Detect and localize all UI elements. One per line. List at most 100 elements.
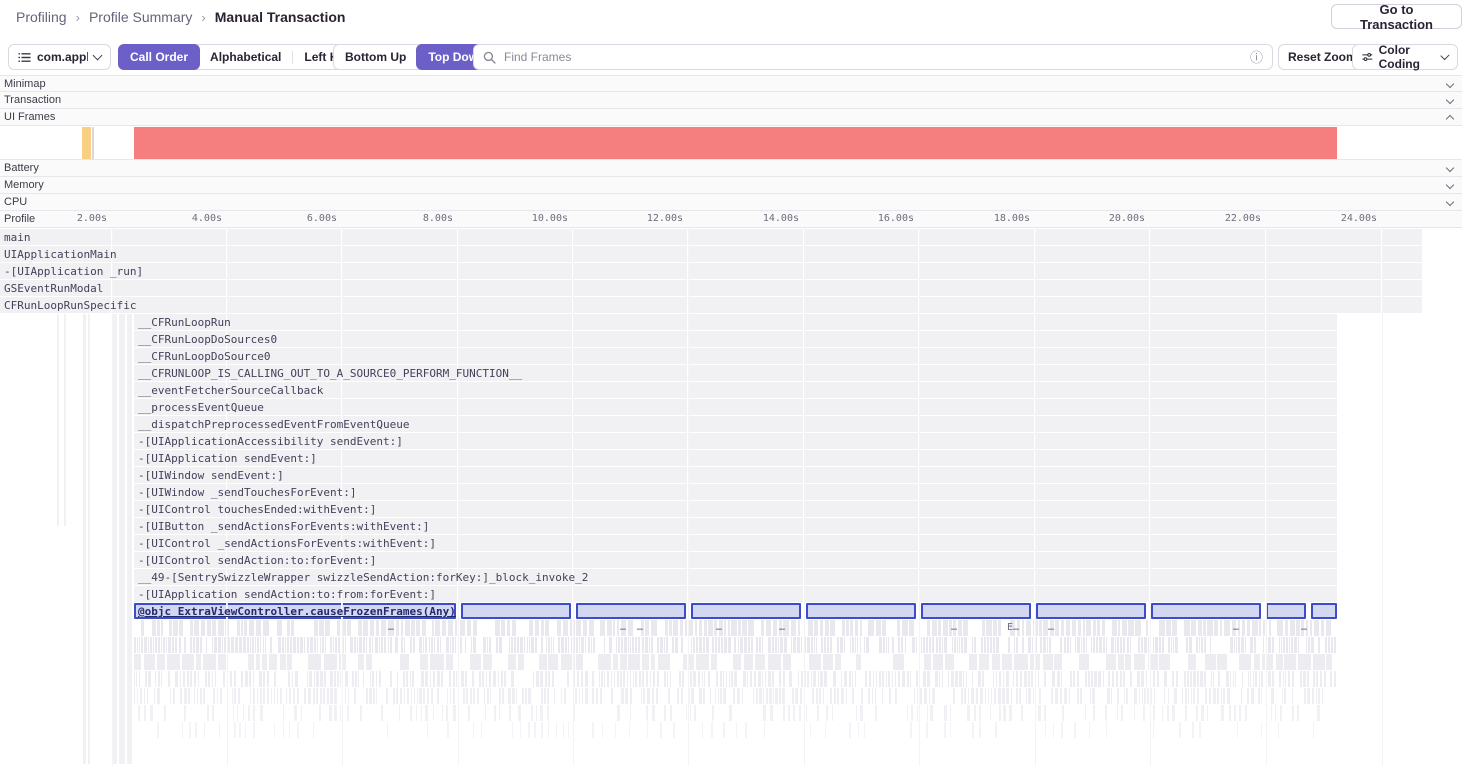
flame-frame-tiny[interactable] bbox=[583, 620, 587, 636]
flame-frame-tiny[interactable] bbox=[835, 654, 841, 670]
flame-frame-tiny[interactable] bbox=[465, 637, 466, 653]
flame-frame[interactable] bbox=[134, 467, 1337, 483]
flame-frame-tiny[interactable] bbox=[158, 671, 160, 687]
flame-frame-tiny[interactable] bbox=[297, 722, 299, 738]
flame-frame-tiny[interactable] bbox=[473, 722, 474, 738]
flame-frame-tiny[interactable] bbox=[551, 637, 552, 653]
flame-frame-tiny[interactable] bbox=[483, 654, 492, 670]
flame-frame-tiny[interactable] bbox=[582, 688, 583, 704]
flame-frame-tiny[interactable] bbox=[297, 637, 299, 653]
flame-frame-tiny[interactable] bbox=[358, 671, 359, 687]
flame-frame-tiny[interactable] bbox=[277, 620, 282, 636]
flame-frame-tiny[interactable] bbox=[337, 671, 339, 687]
flame-frame-tiny[interactable] bbox=[1028, 637, 1031, 653]
flame-frame-tiny[interactable] bbox=[693, 671, 695, 687]
flame-frame-tiny[interactable] bbox=[860, 620, 862, 636]
flame-frame-tiny[interactable] bbox=[274, 671, 276, 687]
go-to-transaction-button[interactable]: Go to Transaction bbox=[1331, 4, 1462, 29]
flame-frame-tiny[interactable] bbox=[320, 671, 322, 687]
flame-frame-tiny[interactable] bbox=[1016, 688, 1018, 704]
flame-frame-tiny[interactable] bbox=[372, 671, 374, 687]
flame-frame-selected[interactable] bbox=[461, 603, 571, 619]
flame-frame-tiny[interactable] bbox=[431, 688, 434, 704]
flame-frame-tiny[interactable] bbox=[855, 620, 859, 636]
flame-frame-tiny[interactable] bbox=[1261, 722, 1262, 738]
flame-frame-tiny[interactable] bbox=[926, 722, 928, 738]
flame-frame-tiny[interactable] bbox=[1122, 620, 1127, 636]
flame-frame-tiny[interactable] bbox=[347, 620, 351, 636]
flame-frame-tiny[interactable] bbox=[682, 671, 684, 687]
flame-frame-tiny[interactable] bbox=[923, 671, 926, 687]
flame-frame-tiny[interactable] bbox=[524, 637, 526, 653]
flame-frame-tiny[interactable] bbox=[134, 671, 135, 687]
flame-frame-tiny[interactable] bbox=[157, 722, 159, 738]
flame-frame-tiny[interactable] bbox=[425, 671, 428, 687]
flame-frame-tiny[interactable] bbox=[660, 722, 662, 738]
flame-frame-tiny[interactable] bbox=[417, 688, 418, 704]
flame-frame-tiny[interactable] bbox=[280, 654, 286, 670]
flame-frame-tiny[interactable] bbox=[531, 705, 533, 721]
flame-frame-tiny[interactable] bbox=[723, 688, 726, 704]
flame-frame-tiny[interactable] bbox=[509, 637, 510, 653]
flame-frame-tiny[interactable] bbox=[672, 637, 674, 653]
sort-alphabetical-button[interactable]: Alphabetical bbox=[199, 45, 292, 69]
flame-frame-tiny[interactable] bbox=[1283, 637, 1285, 653]
flame-frame-tiny[interactable] bbox=[1092, 688, 1094, 704]
flame-frame-tiny[interactable] bbox=[1077, 637, 1080, 653]
flame-frame-tiny[interactable] bbox=[653, 671, 655, 687]
flame-frame-tiny[interactable] bbox=[1168, 688, 1170, 704]
flame-frame-tiny[interactable] bbox=[1284, 688, 1286, 704]
flame-frame-tiny[interactable] bbox=[736, 722, 738, 738]
flame-frame-tiny[interactable] bbox=[943, 620, 948, 636]
flame-frame-tiny[interactable] bbox=[316, 688, 318, 704]
flame-frame-tiny[interactable] bbox=[289, 688, 292, 704]
flame-frame-tiny[interactable] bbox=[601, 671, 603, 687]
flame-frame-tiny[interactable] bbox=[652, 705, 655, 721]
flame-frame-tiny[interactable] bbox=[1009, 705, 1012, 721]
flame-frame-tiny[interactable] bbox=[715, 688, 716, 704]
chevron-down-icon[interactable] bbox=[1446, 80, 1454, 88]
flame-frame-tiny[interactable] bbox=[742, 688, 743, 704]
flame-frame-tiny[interactable] bbox=[1106, 654, 1116, 670]
flame-frame-tiny[interactable] bbox=[193, 637, 196, 653]
flame-frame-tiny[interactable] bbox=[501, 671, 503, 687]
flame-frame-tiny[interactable] bbox=[811, 637, 813, 653]
flame-frame-tiny[interactable] bbox=[292, 671, 294, 687]
flame-frame-tiny[interactable] bbox=[712, 637, 714, 653]
flame-frame-tiny[interactable] bbox=[1197, 671, 1199, 687]
flame-frame-tiny[interactable] bbox=[260, 637, 261, 653]
flame-frame-tiny[interactable] bbox=[882, 620, 886, 636]
flame-frame-tiny[interactable] bbox=[604, 637, 605, 653]
flame-frame-tiny[interactable] bbox=[1282, 688, 1283, 704]
flame-frame-tiny[interactable] bbox=[201, 620, 205, 636]
flame-frame-tiny[interactable] bbox=[173, 620, 178, 636]
flame-frame-tiny[interactable] bbox=[250, 637, 251, 653]
flame-frame-tiny[interactable] bbox=[987, 637, 989, 653]
flame-frame-tiny[interactable] bbox=[984, 637, 986, 653]
flame-frame-tiny[interactable] bbox=[447, 722, 449, 738]
flame-frame-tiny[interactable] bbox=[452, 637, 454, 653]
flame-frame-tiny[interactable] bbox=[234, 722, 236, 738]
flame-frame-tiny[interactable] bbox=[647, 688, 650, 704]
flame-frame-tiny[interactable] bbox=[1303, 671, 1306, 687]
flame-frame-tiny[interactable] bbox=[334, 688, 337, 704]
flame-frame-tiny[interactable] bbox=[762, 671, 763, 687]
flame-frame[interactable] bbox=[134, 314, 1337, 330]
flame-frame-tiny[interactable] bbox=[1285, 671, 1286, 687]
flame-frame-tiny[interactable] bbox=[286, 688, 287, 704]
flame-frame-tiny[interactable] bbox=[509, 705, 511, 721]
flame-frame-tiny[interactable] bbox=[1107, 688, 1110, 704]
flame-frame-tiny[interactable] bbox=[379, 671, 381, 687]
flame-frame[interactable] bbox=[134, 348, 1337, 364]
flame-frame-tiny[interactable] bbox=[1067, 637, 1069, 653]
flame-frame-tiny[interactable] bbox=[1044, 705, 1047, 721]
flame-frame-tiny[interactable] bbox=[1117, 637, 1119, 653]
flame-frame-tiny[interactable] bbox=[609, 637, 612, 653]
breadcrumb-profile-summary[interactable]: Profile Summary bbox=[89, 9, 192, 25]
flame-frame-tiny[interactable] bbox=[494, 705, 496, 721]
flame-frame-tiny[interactable] bbox=[972, 637, 974, 653]
flame-frame-tiny[interactable] bbox=[660, 637, 663, 653]
search-input[interactable] bbox=[502, 49, 1244, 65]
flame-frame-tiny[interactable] bbox=[541, 688, 543, 704]
flame-frame-tiny[interactable] bbox=[1061, 671, 1062, 687]
